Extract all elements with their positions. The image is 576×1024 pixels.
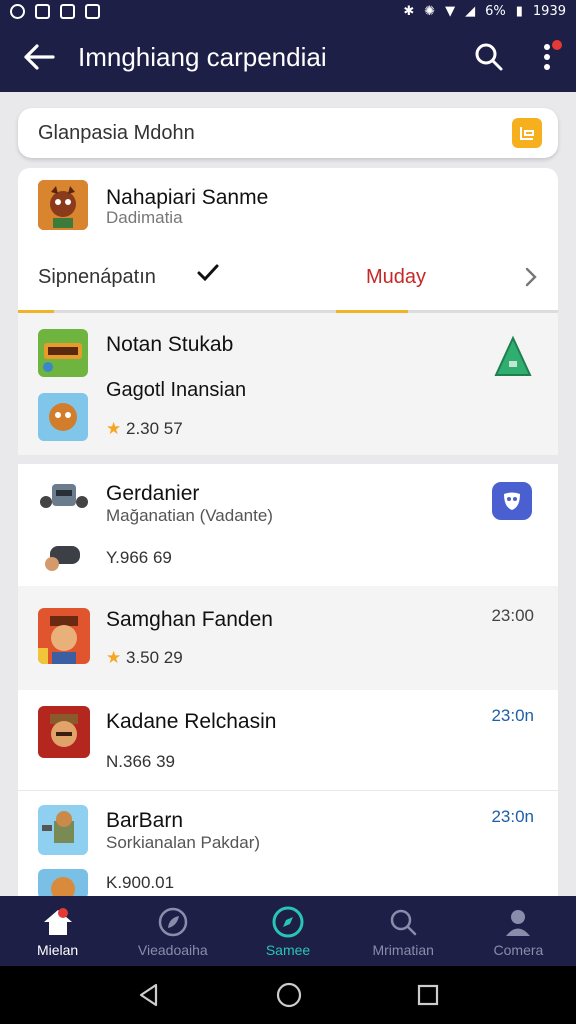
clock: 1939: [532, 3, 566, 19]
item-title: Kadane Relchasin: [106, 710, 277, 733]
mask-icon[interactable]: [492, 482, 532, 520]
text-icon: [85, 3, 100, 19]
person-icon: [503, 904, 533, 940]
search-button[interactable]: [460, 22, 518, 92]
selector-row[interactable]: Sipnenápatın Muday: [18, 246, 558, 308]
notification-dot: [58, 908, 68, 918]
rating-value: 3.50 29: [125, 648, 183, 667]
game-thumbnail-icon: [38, 329, 88, 377]
nav-profile-label: Comera: [493, 942, 544, 958]
item-subtitle: Sorkianalan Pakdar): [106, 833, 261, 852]
nav-home-label: Mielan: [36, 942, 79, 958]
home-icon: [42, 904, 74, 940]
back-button[interactable]: [0, 22, 78, 92]
recents-square-icon[interactable]: [416, 983, 440, 1007]
item-time: 23:0n: [491, 706, 534, 725]
item-subtitle: Gagotl Inansian: [106, 379, 247, 401]
status-bar: ✱ ✺ ▼ ◢ 6% ▮ 1939: [0, 0, 576, 22]
star-icon: ★: [106, 419, 122, 438]
item-title: Gerdanier: [106, 482, 200, 505]
notification-dot: [552, 40, 562, 50]
item-title: BarBarn: [106, 809, 184, 832]
selector-label: Sipnenápatın: [38, 266, 156, 288]
list-item[interactable]: BarBarn Sorkianalan Pakdar) K.900.01 23:…: [18, 791, 558, 899]
featured-subtitle: Dadimatia: [106, 208, 183, 227]
nav-explore[interactable]: Samee: [230, 896, 345, 966]
featured-card[interactable]: Nahapiari Sanme Dadimatia Sipnenápatın M…: [18, 168, 558, 312]
item-title: Notan Stukab: [106, 333, 234, 356]
more-options-button[interactable]: [518, 22, 576, 92]
item-title: Samghan Fanden: [106, 608, 273, 631]
nav-search[interactable]: Mrimatian: [346, 896, 461, 966]
game-thumbnail-icon: [38, 474, 90, 520]
game-thumbnail-icon: [38, 393, 88, 441]
check-icon: [197, 264, 219, 282]
rating: ★ 2.30 57: [106, 419, 183, 439]
nav-profile[interactable]: Comera: [461, 896, 576, 966]
list-item[interactable]: Gerdanier Mağanatian (Vadante) Y.966 69: [18, 464, 558, 586]
game-thumbnail-icon: [38, 805, 88, 855]
item-subtitle: Mağanatian (Vadante): [106, 506, 273, 525]
game-thumbnail-icon: [38, 608, 90, 664]
back-triangle-icon[interactable]: [136, 982, 162, 1008]
nav-explore-label: Samee: [265, 942, 311, 958]
game-thumbnail-icon: [38, 180, 88, 230]
battery-icon: ▮: [515, 3, 523, 19]
rating-value: 2.30 57: [125, 419, 183, 438]
item-meta: K.900.01: [106, 873, 175, 892]
bottom-nav: Mielan Vieadoaiha Samee Mrimatian Comera: [0, 896, 576, 966]
nav-videos[interactable]: Vieadoaiha: [115, 896, 230, 966]
search-input[interactable]: Glanpasia Mdohn: [38, 122, 512, 145]
settings-icon: ✺: [424, 3, 436, 19]
star-icon: ★: [106, 648, 122, 667]
more-vertical-icon: [544, 44, 550, 70]
home-circle-icon[interactable]: [275, 981, 303, 1009]
item-time: 23:0n: [491, 807, 534, 826]
party-hat-icon[interactable]: [492, 335, 534, 381]
filter-icon[interactable]: [512, 118, 542, 148]
signal-icon: ◢: [465, 3, 476, 19]
image-icon: [35, 3, 50, 19]
bluetooth-icon: ✱: [403, 3, 415, 19]
list-item[interactable]: Notan Stukab Gagotl Inansian ★ 2.30 57: [18, 313, 558, 455]
search-icon: [475, 43, 503, 71]
search-bar[interactable]: Glanpasia Mdohn: [18, 108, 558, 158]
item-meta: N.366 39: [106, 752, 175, 771]
nav-search-label: Mrimatian: [372, 942, 434, 958]
nav-videos-label: Vieadoaiha: [137, 942, 208, 958]
search-icon: [388, 904, 418, 940]
chevron-right-icon[interactable]: [524, 266, 538, 288]
list-item[interactable]: Kadane Relchasin N.366 39 23:0n: [18, 690, 558, 790]
battery-percent: 6%: [485, 3, 506, 19]
nav-home[interactable]: Mielan: [0, 896, 115, 966]
compass-icon: [271, 904, 305, 940]
game-thumbnail-icon: [38, 869, 88, 899]
wifi-icon: ▼: [445, 3, 456, 19]
game-thumbnail-icon: [38, 706, 90, 758]
leaf-icon: [157, 904, 189, 940]
sync-icon: [10, 3, 25, 19]
app-bar: Imnghiang carpendiai: [0, 22, 576, 92]
rating: ★ 3.50 29: [106, 648, 183, 668]
item-meta: Y.966 69: [106, 548, 172, 567]
video-icon: [60, 3, 75, 19]
featured-title: Nahapiari Sanme: [106, 186, 269, 209]
item-time: 23:00: [491, 606, 534, 625]
back-arrow-icon: [24, 44, 55, 70]
system-nav: [0, 966, 576, 1024]
page-title: Imnghiang carpendiai: [78, 41, 327, 72]
list-item[interactable]: Samghan Fanden ★ 3.50 29 23:00: [18, 586, 558, 690]
game-thumbnail-icon: [38, 532, 90, 576]
selector-value[interactable]: Muday: [366, 266, 426, 289]
